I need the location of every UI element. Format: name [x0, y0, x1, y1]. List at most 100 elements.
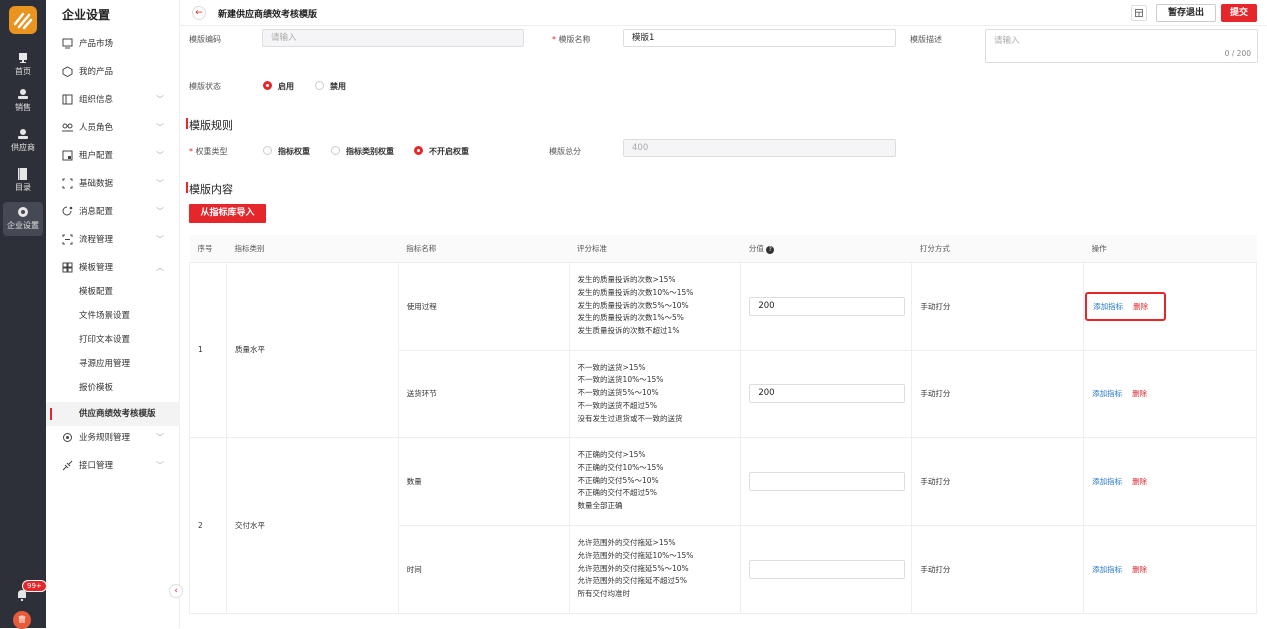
sidebar-subitem-file-scene[interactable]: 文件场景设置 — [46, 304, 180, 328]
sidebar-item-flow-management[interactable]: 流程管理 ﹀ — [46, 228, 180, 252]
sidebar-subitem-template-config[interactable]: 模板配置 — [46, 280, 180, 304]
template-status-label: 模版状态 — [189, 82, 221, 91]
template-icon — [62, 262, 73, 273]
chevron-down-icon: ﹀ — [156, 151, 164, 160]
rail-item-sales[interactable]: 销售 — [0, 88, 46, 113]
person-icon — [18, 129, 28, 139]
sidebar: 企业设置 产品市场 我的产品 组织信息 ﹀ 人员角色 ﹀ 租户配置 ﹀ 基础数据… — [46, 0, 180, 628]
cell-method: 手动打分 — [911, 524, 1085, 614]
cell-criteria: 允许范围外的交付拖延>15% 允许范围外的交付拖延10%～15% 允许范围外的交付拖… — [568, 524, 742, 614]
template-name-label: 模版名称 — [552, 34, 591, 45]
cell-method: 手动打分 — [911, 349, 1085, 438]
template-desc-label: 模版描述 — [910, 35, 942, 44]
rail-item-enterprise-settings[interactable]: 企业设置 — [3, 202, 43, 236]
sidebar-item-api-management[interactable]: 接口管理 ﹀ — [46, 454, 180, 478]
cell-no: 2 — [189, 436, 227, 614]
weight-category-radio[interactable]: 指标类别权重 — [331, 146, 394, 157]
cell-no: 1 — [189, 261, 227, 438]
delete-link[interactable]: 删除 — [1132, 565, 1147, 574]
add-indicator-link[interactable]: 添加指标 — [1092, 565, 1122, 574]
cell-name: 时间 — [397, 524, 570, 614]
app-rail: 首页 销售 供应商 目录 企业设置 99+ 曹 — [0, 0, 47, 629]
rail-item-label: 首页 — [15, 67, 31, 76]
chevron-down-icon: ﹀ — [156, 95, 164, 104]
rail-item-label: 目录 — [15, 183, 31, 192]
chevron-down-icon: ﹀ — [156, 207, 164, 216]
section-title-rules: 模版规则 — [186, 118, 233, 132]
desc-placeholder: 请输入 — [994, 36, 1020, 46]
delete-link[interactable]: 删除 — [1133, 302, 1148, 311]
rail-item-catalog[interactable]: 目录 — [0, 168, 46, 193]
template-name-input[interactable]: 模版1 — [623, 29, 896, 47]
avatar[interactable]: 曹 — [13, 611, 31, 629]
radio-checked-icon — [414, 146, 423, 155]
rail-item-home[interactable]: 首页 — [0, 52, 46, 77]
book-icon — [18, 168, 27, 180]
cell-score — [740, 436, 913, 526]
page-title: 新建供应商绩效考核模版 — [218, 10, 318, 20]
back-button[interactable]: ← — [192, 6, 206, 20]
indicator-table: 序号 指标类别 指标名称 评分标准 分值 ? 打分方式 操作 1 质量水平 使用… — [189, 235, 1257, 614]
sidebar-item-roles[interactable]: 人员角色 ﹀ — [46, 116, 180, 140]
score-input[interactable]: 200 — [749, 384, 906, 403]
score-input[interactable] — [749, 559, 906, 579]
sidebar-item-template-management[interactable]: 模板管理 ︿ — [46, 256, 180, 280]
col-header-score: 分值 ? — [740, 235, 912, 263]
bell-icon[interactable] — [16, 589, 28, 601]
delete-link[interactable]: 删除 — [1132, 477, 1147, 486]
cell-criteria: 不一致的送货>15% 不一致的送货10%～15% 不一致的送货5%～10% 不一致的送… — [568, 349, 742, 438]
layout-icon[interactable] — [1131, 5, 1147, 21]
status-disabled-radio[interactable]: 禁用 — [315, 81, 346, 92]
score-input[interactable]: 200 — [749, 296, 906, 316]
char-counter: 0 / 200 — [1224, 49, 1251, 58]
cell-method: 手动打分 — [911, 261, 1085, 351]
chevron-up-icon: ︿ — [156, 263, 164, 272]
sidebar-subitem-quote-template[interactable]: 报价模板 — [46, 376, 180, 400]
cell-criteria: 发生的质量投诉的次数>15% 发生的质量投诉的次数10%～15% 发生的质量投诉的次… — [568, 261, 742, 351]
sidebar-item-my-products[interactable]: 我的产品 — [46, 60, 180, 84]
sidebar-item-business-rules[interactable]: 业务规则管理 ﹀ — [46, 426, 180, 450]
message-icon — [62, 206, 73, 216]
sidebar-item-product-market[interactable]: 产品市场 — [46, 32, 180, 56]
sidebar-title: 企业设置 — [62, 8, 111, 22]
delete-link[interactable]: 删除 — [1132, 389, 1147, 398]
sidebar-item-basic-data[interactable]: 基础数据 ﹀ — [46, 172, 180, 196]
rail-item-label: 企业设置 — [7, 221, 39, 230]
table-row: 1 质量水平 使用过程 发生的质量投诉的次数>15% 发生的质量投诉的次数10%～… — [189, 261, 1257, 438]
users-icon — [62, 123, 73, 132]
status-enabled-radio[interactable]: 启用 — [263, 81, 294, 92]
submit-button[interactable]: 提交 — [1221, 4, 1257, 22]
template-code-input[interactable]: 请输入 — [262, 29, 524, 47]
sidebar-item-message-config[interactable]: 消息配置 ﹀ — [46, 200, 180, 224]
monitor-icon — [19, 53, 27, 63]
sidebar-subitem-sourcing-app[interactable]: 寻源应用管理 — [46, 352, 180, 376]
cell-name: 送货环节 — [397, 349, 570, 438]
chevron-down-icon: ﹀ — [156, 235, 164, 244]
weight-indicator-radio[interactable]: 指标权重 — [263, 146, 310, 157]
score-input[interactable] — [749, 471, 906, 491]
import-from-library-button[interactable]: 从指标库导入 — [189, 204, 266, 223]
save-and-exit-button[interactable]: 暂存退出 — [1156, 4, 1216, 22]
col-header-name: 指标名称 — [398, 235, 570, 263]
cube-icon — [62, 66, 73, 77]
person-icon — [18, 89, 28, 99]
col-header-category: 指标类别 — [226, 235, 399, 263]
sidebar-item-org-info[interactable]: 组织信息 ﹀ — [46, 88, 180, 112]
sidebar-subitem-print-text[interactable]: 打印文本设置 — [46, 328, 180, 352]
template-desc-textarea[interactable]: 请输入 0 / 200 — [985, 29, 1258, 63]
rail-item-label: 供应商 — [11, 143, 35, 152]
add-indicator-link[interactable]: 添加指标 — [1092, 477, 1122, 486]
sidebar-subitem-supplier-performance[interactable]: 供应商绩效考核模版 — [46, 402, 180, 426]
tenant-icon — [62, 150, 73, 161]
col-header-no: 序号 — [189, 235, 227, 263]
table-header-row: 序号 指标类别 指标名称 评分标准 分值 ? 打分方式 操作 — [189, 235, 1257, 263]
cell-method: 手动打分 — [911, 436, 1085, 526]
cell-actions: 添加指标 删除 — [1083, 524, 1257, 614]
add-indicator-link[interactable]: 添加指标 — [1093, 302, 1123, 311]
rail-item-supplier[interactable]: 供应商 — [0, 128, 46, 153]
sidebar-item-tenant-config[interactable]: 租户配置 ﹀ — [46, 144, 180, 168]
weight-off-radio[interactable]: 不开启权重 — [414, 146, 469, 157]
collapse-sidebar-button[interactable]: ‹ — [169, 584, 183, 598]
add-indicator-link[interactable]: 添加指标 — [1092, 389, 1122, 398]
help-icon[interactable]: ? — [766, 245, 775, 254]
